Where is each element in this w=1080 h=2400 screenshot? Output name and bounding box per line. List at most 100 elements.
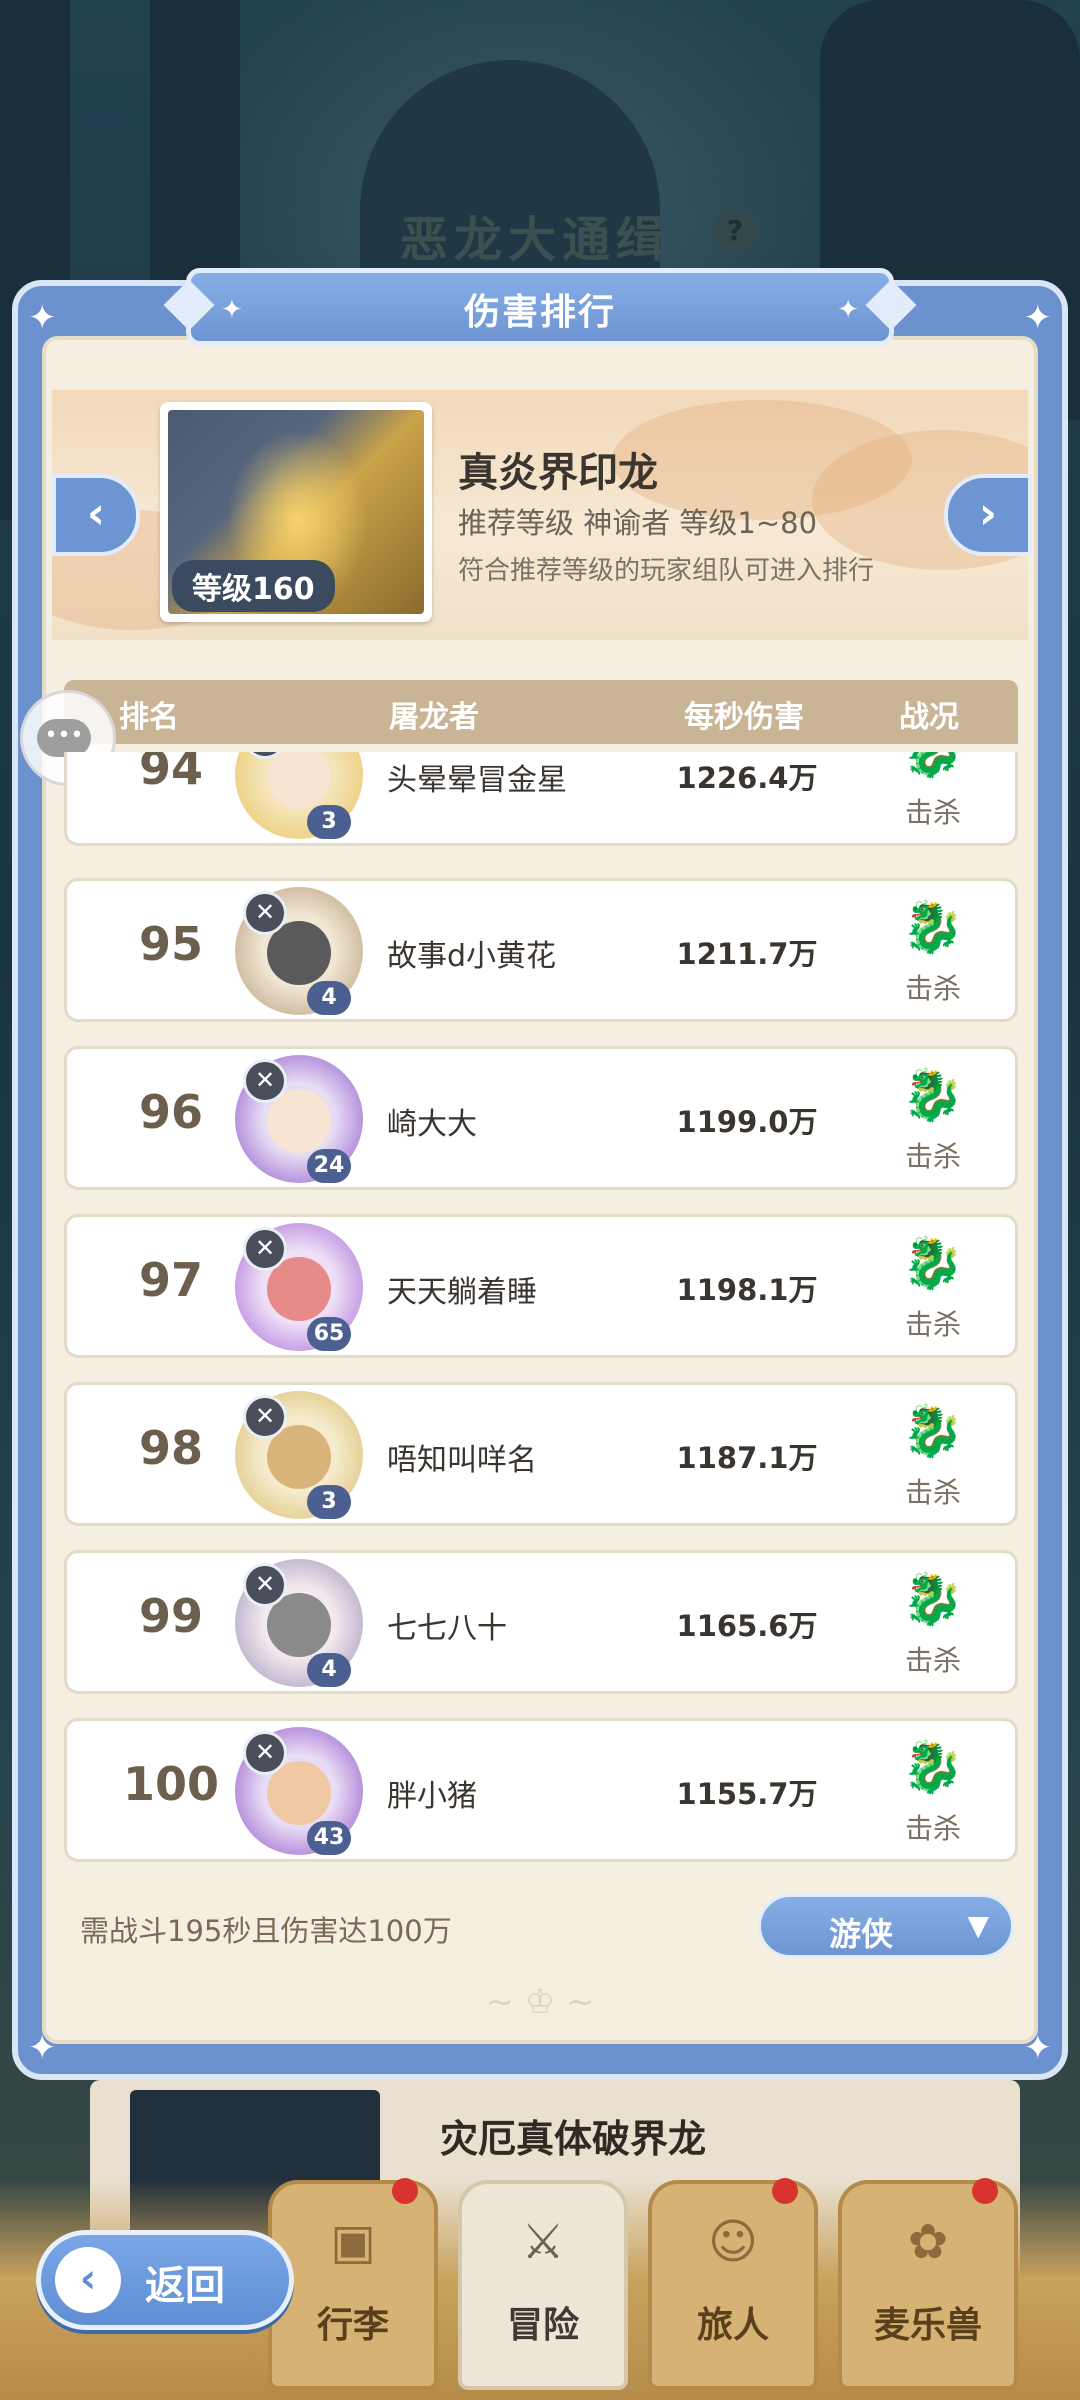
player-name: 唔知叫咩名: [387, 1443, 537, 1478]
boss-name: 真炎界印龙: [458, 450, 658, 496]
table-row[interactable]: 100 ✕ 43 胖小猪 1155.7万 🐉 击杀: [64, 1718, 1018, 1862]
player-avatar: ✕ 3: [235, 752, 363, 839]
player-avatar: ✕ 24: [235, 1055, 363, 1183]
player-name: 天天躺着睡: [387, 1275, 537, 1310]
player-avatar: ✕ 4: [235, 1559, 363, 1687]
player-name: 头晕晕冒金星: [387, 763, 567, 798]
crossed-swords-icon: ⚔: [521, 2214, 565, 2270]
panel-title: 伤害排行: [463, 292, 616, 333]
ranking-table-header: 排名 屠龙者 每秒伤害 战况: [64, 680, 1018, 744]
player-dps: 1198.1万: [676, 1273, 818, 1307]
class-emblem-icon: ✕: [243, 1563, 287, 1607]
player-avatar: ✕ 43: [235, 1727, 363, 1855]
class-emblem-icon: ✕: [243, 1227, 287, 1271]
notification-dot: [772, 2178, 798, 2204]
player-dps: 1187.1万: [676, 1441, 818, 1475]
header-dps: 每秒伤害: [684, 700, 804, 735]
next-boss-button[interactable]: ›: [944, 474, 1032, 556]
player-level-badge: 4: [307, 981, 351, 1015]
corner-ornament: ✦: [1023, 2028, 1053, 2068]
player-name: 胖小猪: [387, 1779, 477, 1814]
player-name: 故事d小黄花: [387, 939, 557, 974]
back-arrow-icon: ‹: [55, 2247, 121, 2313]
player-level-badge: 24: [307, 1149, 351, 1183]
class-emblem-icon: ✕: [243, 1731, 287, 1775]
tab-adventure[interactable]: ⚔ 冒险: [458, 2180, 628, 2390]
tab-label: 麦乐兽: [873, 2305, 982, 2346]
boss-recommend-level: 推荐等级 神谕者 等级1~80: [458, 506, 818, 540]
dragon-kill-icon: 🐉: [901, 1738, 965, 1796]
battle-status: 击杀: [904, 1308, 961, 1341]
player-dps: 1226.4万: [676, 761, 818, 795]
table-row[interactable]: 94 ✕ 3 头晕晕冒金星 1226.4万 🐉 击杀: [64, 752, 1018, 846]
player-dps: 1165.6万: [676, 1609, 818, 1643]
battle-status: 击杀: [904, 972, 961, 1005]
corner-ornament: ✦: [28, 2028, 57, 2068]
row-rank: 98: [138, 1421, 203, 1475]
battle-status: 击杀: [904, 1140, 961, 1173]
notification-dot: [392, 2178, 418, 2204]
table-row[interactable]: 97 ✕ 65 天天躺着睡 1198.1万 🐉 击杀: [64, 1214, 1018, 1358]
table-row[interactable]: 95 ✕ 4 故事d小黄花 1211.7万 🐉 击杀: [64, 878, 1018, 1022]
corner-ornament: ✦: [1023, 298, 1053, 338]
header-player: 屠龙者: [389, 700, 479, 735]
dragon-kill-icon: 🐉: [901, 898, 965, 956]
ranking-list[interactable]: 94 ✕ 3 头晕晕冒金星 1226.4万 🐉 击杀 95 ✕ 4 故事d小黄花…: [64, 752, 1018, 1864]
bg-event-title: 恶龙大通缉: [400, 212, 671, 268]
table-row[interactable]: 99 ✕ 4 七七八十 1165.6万 🐉 击杀: [64, 1550, 1018, 1694]
player-level-badge: 3: [307, 1485, 351, 1519]
prev-boss-button[interactable]: ‹: [52, 474, 140, 556]
corner-ornament: ✦: [28, 298, 57, 338]
next-boss-title: 灾厄真体破界龙: [440, 2117, 707, 2161]
tab-label: 旅人: [696, 2305, 769, 2346]
player-level-badge: 65: [307, 1317, 351, 1351]
table-row[interactable]: 98 ✕ 3 唔知叫咩名 1187.1万 🐉 击杀: [64, 1382, 1018, 1526]
row-rank: 95: [138, 917, 203, 971]
dragon-kill-icon: 🐉: [901, 1234, 965, 1292]
tab-label: 行李: [316, 2305, 389, 2346]
notification-dot: [972, 2178, 998, 2204]
tab-pet[interactable]: ✿ 麦乐兽: [838, 2178, 1018, 2390]
boss-level-badge: 等级160: [172, 560, 335, 612]
header-status: 战况: [899, 700, 959, 735]
tab-label: 冒险: [506, 2305, 579, 2346]
class-emblem-icon: ✕: [243, 1395, 287, 1439]
player-dps: 1155.7万: [676, 1777, 818, 1811]
chevron-left-icon: ‹: [86, 488, 106, 539]
table-row[interactable]: 96 ✕ 24 崎大大 1199.0万 🐉 击杀: [64, 1046, 1018, 1190]
tab-traveler[interactable]: ☺ 旅人: [648, 2178, 818, 2390]
pet-icon: ✿: [907, 2214, 949, 2270]
player-name: 七七八十: [387, 1611, 507, 1646]
class-filter-value: 游侠: [829, 1915, 894, 1953]
player-avatar: ✕ 65: [235, 1223, 363, 1351]
dragon-kill-icon: 🐉: [887, 752, 979, 781]
row-rank: 94: [138, 752, 203, 795]
panel-title-plate: ✦ 伤害排行 ✦: [186, 268, 894, 346]
footer-ornament-icon: ~ ♔ ~: [485, 1982, 595, 2022]
class-filter-dropdown[interactable]: 游侠 ▼: [758, 1894, 1014, 1958]
back-label: 返回: [145, 2263, 225, 2309]
dragon-kill-icon: 🐉: [901, 1570, 965, 1628]
bg-tower: [150, 0, 240, 300]
battle-status: 击杀: [904, 1644, 961, 1677]
dragon-kill-icon: 🐉: [901, 1402, 965, 1460]
back-button[interactable]: ‹ 返回: [36, 2230, 294, 2330]
chevron-right-icon: ›: [978, 488, 998, 539]
row-rank: 96: [138, 1085, 203, 1139]
row-rank: 97: [138, 1253, 203, 1307]
player-level-badge: 3: [307, 805, 351, 839]
caret-down-icon: ▼: [967, 1909, 989, 1942]
row-rank: 100: [122, 1757, 220, 1811]
battle-status: 击杀: [904, 1812, 961, 1845]
row-rank: 99: [138, 1589, 203, 1643]
player-name: 崎大大: [387, 1107, 477, 1142]
avatar-face: [267, 752, 331, 809]
player-level-badge: 4: [307, 1653, 351, 1687]
class-emblem-icon: ✕: [243, 1059, 287, 1103]
battle-status: 击杀: [904, 1476, 961, 1509]
player-avatar: ✕ 4: [235, 887, 363, 1015]
ranking-requirement: 需战斗195秒且伤害达100万: [80, 1914, 452, 1948]
class-emblem-icon: ✕: [243, 891, 287, 935]
star-ornament-icon: ✦: [837, 295, 859, 325]
dragon-kill-icon: 🐉: [901, 1066, 965, 1124]
